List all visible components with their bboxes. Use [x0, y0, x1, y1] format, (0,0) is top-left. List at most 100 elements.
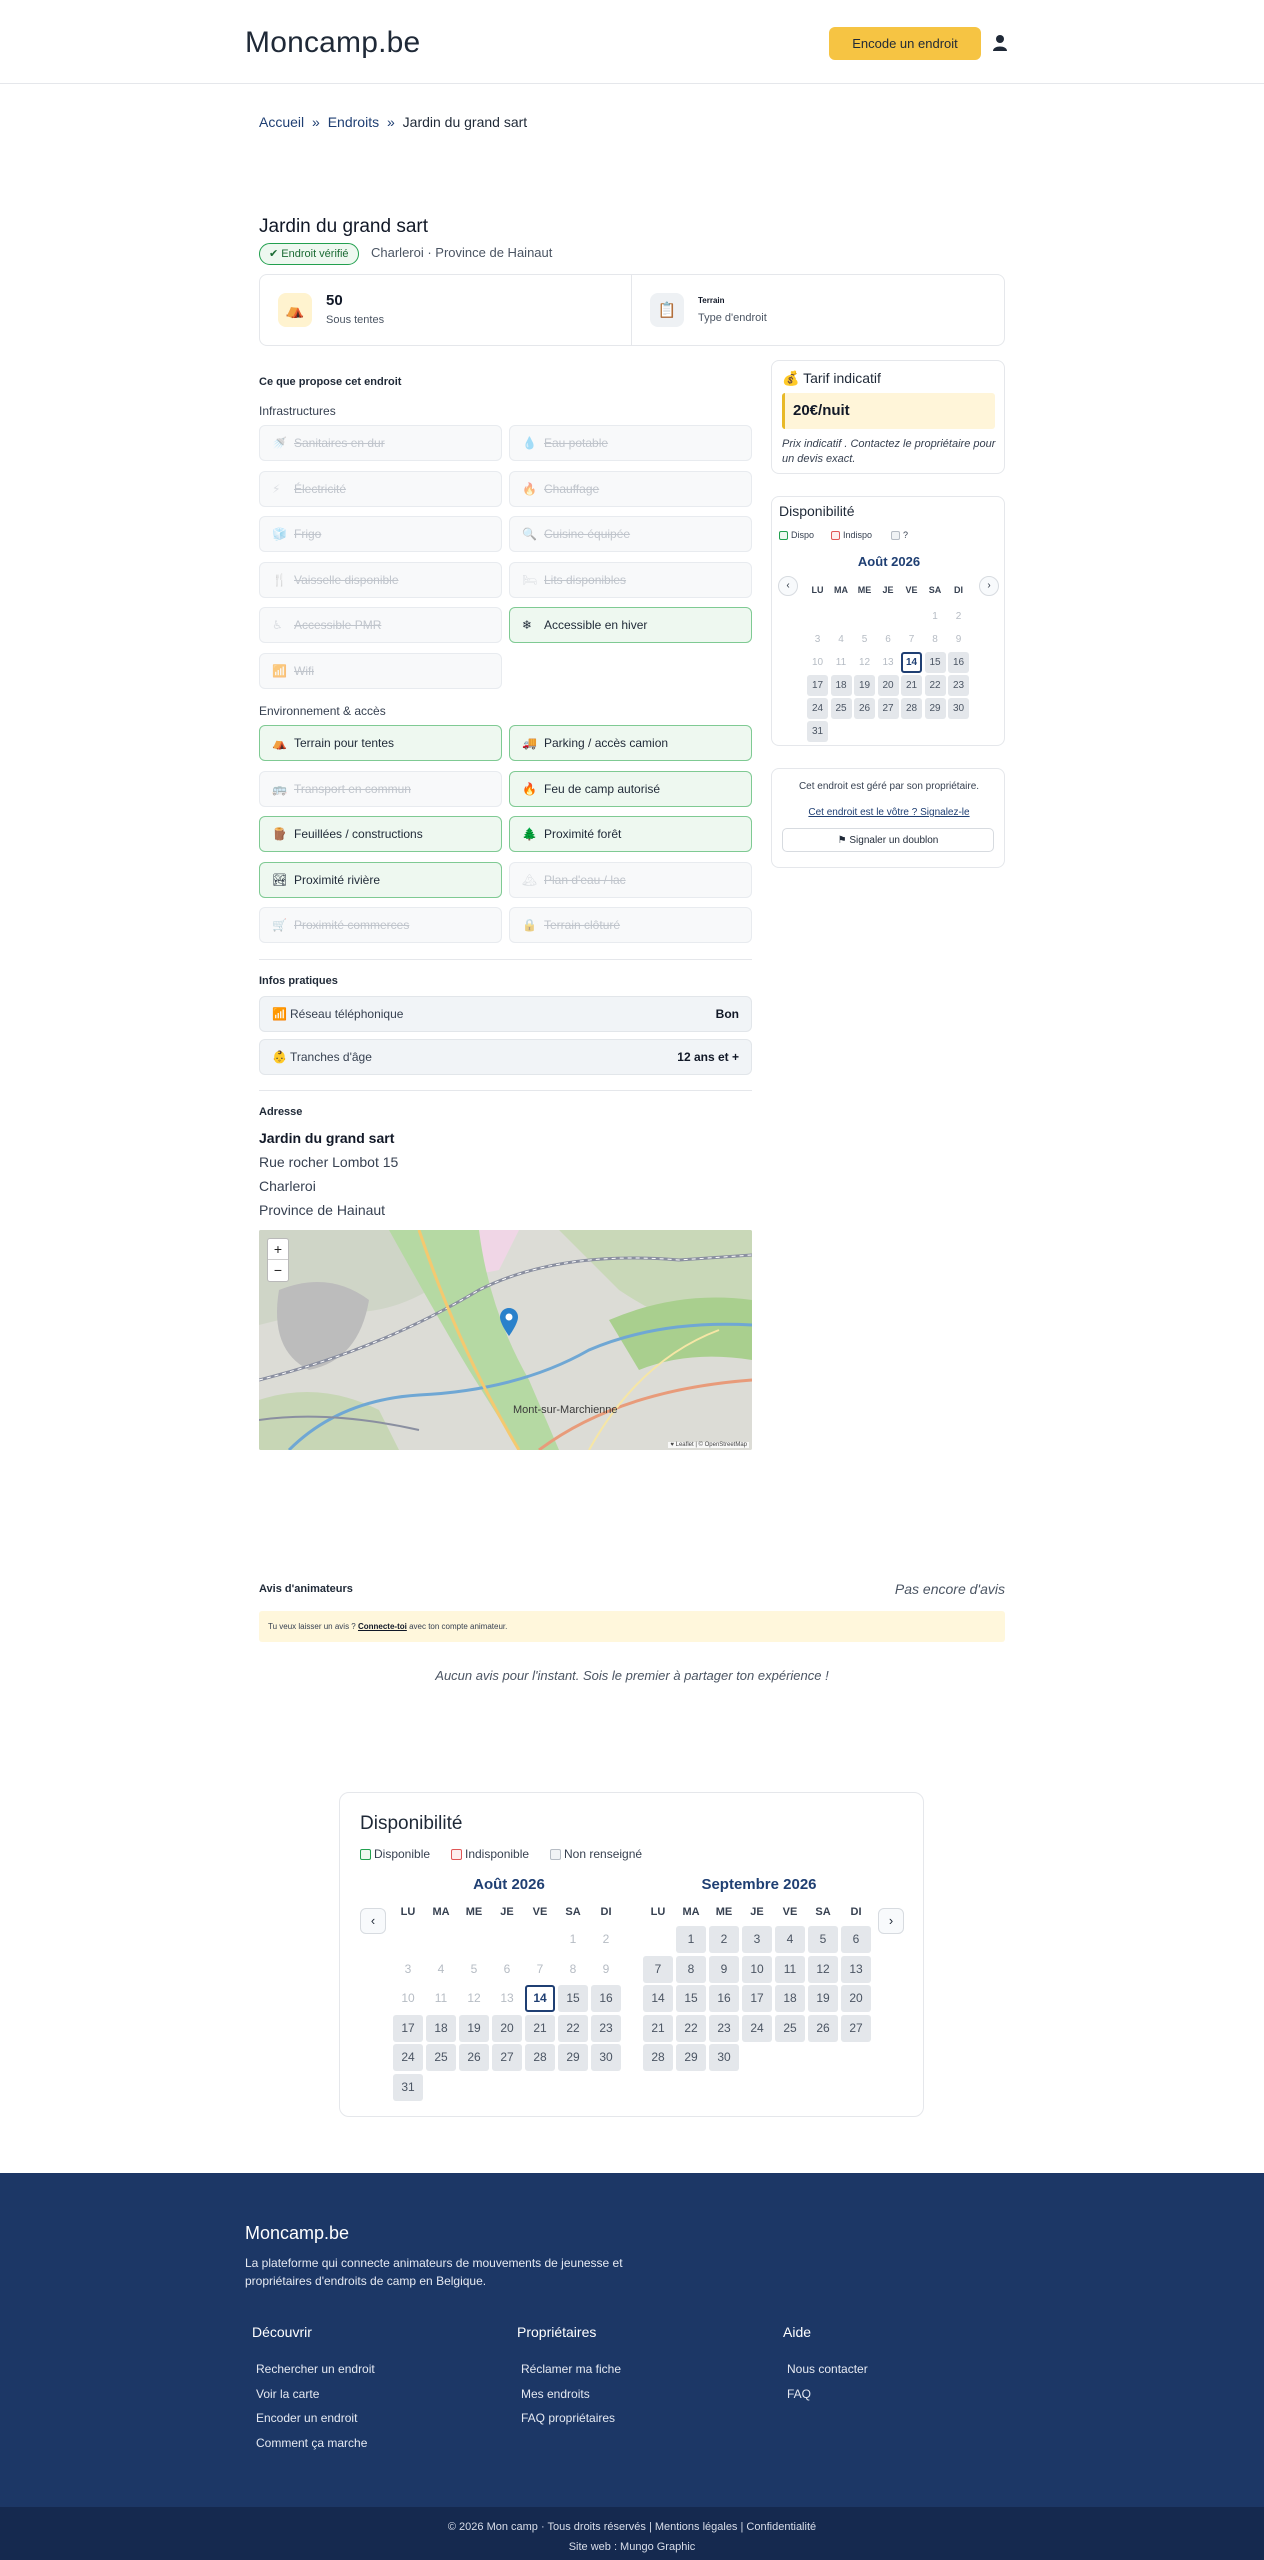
report-duplicate-button[interactable]: ⚑ Signaler un doublon	[782, 828, 994, 852]
sep-day-cell[interactable]: 11	[775, 1955, 805, 1983]
aug-day-cell[interactable]: 24	[807, 698, 828, 719]
aug-day-cell[interactable]: 1	[558, 1926, 588, 1953]
aug-day-cell[interactable]: 24	[393, 2044, 423, 2071]
sep-day-cell[interactable]: 3	[742, 1926, 772, 1953]
aug-day-cell[interactable]: 2	[591, 1926, 621, 1953]
sep-day-cell[interactable]: 29	[676, 2044, 706, 2071]
sep-day-cell[interactable]: 6	[841, 1926, 871, 1953]
aug-day-cell[interactable]: 14	[525, 1985, 555, 2012]
sep-day-cell[interactable]: 28	[643, 2044, 673, 2071]
sep-day-cell[interactable]: 1	[676, 1926, 706, 1953]
aug-day-cell[interactable]: 29	[924, 698, 946, 719]
sep-day-cell[interactable]: 26	[808, 2014, 838, 2042]
sep-day-cell[interactable]: 9	[709, 1955, 739, 1983]
sep-day-cell[interactable]: 20	[841, 1985, 871, 2012]
aug-day-cell[interactable]: 15	[924, 652, 946, 673]
aug-day-cell[interactable]: 27	[492, 2044, 522, 2071]
aug-day-cell[interactable]: 16	[948, 652, 969, 673]
aug-day-cell[interactable]: 28	[901, 698, 922, 719]
map-zoom-out-button[interactable]: −	[268, 1260, 288, 1281]
big-prev-month-button[interactable]: ‹	[360, 1908, 386, 1934]
aug-day-cell[interactable]: 5	[854, 629, 875, 650]
sep-day-cell[interactable]: 10	[742, 1955, 772, 1983]
aug-day-cell[interactable]: 25	[426, 2044, 456, 2071]
sep-day-cell[interactable]: 13	[841, 1955, 871, 1983]
aug-day-cell[interactable]: 17	[807, 675, 828, 696]
site-credit[interactable]: Site web : Mungo Graphic	[0, 2541, 1264, 2553]
aug-day-cell[interactable]: 18	[426, 2014, 456, 2042]
aug-day-cell[interactable]: 13	[878, 652, 899, 673]
footer-link[interactable]: Rechercher un endroit	[256, 2362, 375, 2376]
aug-day-cell[interactable]: 10	[393, 1985, 423, 2012]
user-icon[interactable]	[992, 34, 1008, 52]
big-next-month-button[interactable]: ›	[878, 1908, 904, 1934]
sep-day-cell[interactable]: 4	[775, 1926, 805, 1953]
aug-day-cell[interactable]: 5	[459, 1956, 489, 1983]
aug-day-cell[interactable]: 31	[807, 721, 828, 742]
aug-day-cell[interactable]: 18	[830, 675, 852, 696]
aug-day-cell[interactable]: 19	[459, 2014, 489, 2042]
aug-day-cell[interactable]: 31	[393, 2073, 423, 2101]
sep-day-cell[interactable]: 17	[742, 1985, 772, 2012]
aug-day-cell[interactable]: 3	[393, 1956, 423, 1983]
map-attribution[interactable]: ♥ Leaflet | © OpenStreetMap	[668, 1442, 749, 1448]
footer-link[interactable]: Comment ça marche	[256, 2436, 367, 2450]
aug-day-cell[interactable]: 15	[558, 1985, 588, 2012]
aug-day-cell[interactable]: 20	[877, 675, 899, 696]
sep-day-cell[interactable]: 18	[775, 1985, 805, 2012]
map-zoom-in-button[interactable]: +	[268, 1239, 288, 1260]
sep-day-cell[interactable]: 16	[709, 1985, 739, 2012]
breadcrumb-places[interactable]: Endroits	[328, 114, 379, 130]
aug-day-cell[interactable]: 26	[854, 698, 875, 719]
sep-day-cell[interactable]: 8	[676, 1955, 706, 1983]
aug-day-cell[interactable]: 9	[591, 1956, 621, 1983]
aug-day-cell[interactable]: 22	[924, 675, 946, 696]
aug-day-cell[interactable]: 25	[830, 698, 852, 719]
sep-day-cell[interactable]: 14	[643, 1985, 673, 2012]
sep-day-cell[interactable]: 15	[676, 1985, 706, 2012]
aug-day-cell[interactable]: 10	[807, 652, 828, 673]
aug-day-cell[interactable]: 11	[831, 652, 852, 673]
aug-day-cell[interactable]: 11	[426, 1985, 456, 2012]
footer-link[interactable]: FAQ propriétaires	[521, 2411, 615, 2425]
aug-day-cell[interactable]: 29	[558, 2044, 588, 2071]
aug-day-cell[interactable]: 8	[558, 1956, 588, 1983]
location-map[interactable]: + − Mont-sur-Marchienne ♥ Leaflet | © Op…	[259, 1230, 752, 1450]
aug-day-cell[interactable]: 30	[948, 698, 969, 719]
aug-day-cell[interactable]: 12	[854, 652, 875, 673]
aug-day-cell[interactable]: 4	[426, 1956, 456, 1983]
aug-day-cell[interactable]: 27	[877, 698, 899, 719]
footer-link[interactable]: Réclamer ma fiche	[521, 2362, 621, 2376]
aug-day-cell[interactable]: 16	[591, 1985, 621, 2012]
footer-link[interactable]: Nous contacter	[787, 2362, 868, 2376]
sep-day-cell[interactable]: 30	[709, 2044, 739, 2071]
breadcrumb-home[interactable]: Accueil	[259, 114, 304, 130]
footer-link[interactable]: Mes endroits	[521, 2387, 590, 2401]
aug-day-cell[interactable]: 17	[393, 2014, 423, 2042]
login-link[interactable]: Connecte-toi	[358, 1622, 407, 1631]
sep-day-cell[interactable]: 23	[709, 2014, 739, 2042]
map-marker-icon[interactable]	[500, 1308, 518, 1336]
next-month-button[interactable]: ›	[979, 576, 999, 596]
sep-day-cell[interactable]: 21	[643, 2014, 673, 2042]
sep-day-cell[interactable]: 22	[676, 2014, 706, 2042]
aug-day-cell[interactable]: 4	[831, 629, 852, 650]
footer-link[interactable]: Voir la carte	[256, 2387, 319, 2401]
aug-day-cell[interactable]: 28	[525, 2044, 555, 2071]
aug-day-cell[interactable]: 23	[948, 675, 969, 696]
aug-day-cell[interactable]: 30	[591, 2044, 621, 2071]
sep-day-cell[interactable]: 12	[808, 1955, 838, 1983]
aug-day-cell[interactable]: 13	[492, 1985, 522, 2012]
aug-day-cell[interactable]: 7	[525, 1956, 555, 1983]
claim-link[interactable]: Cet endroit est le vôtre ? Signalez-le	[772, 807, 1006, 818]
sep-day-cell[interactable]: 27	[841, 2014, 871, 2042]
aug-day-cell[interactable]: 6	[492, 1956, 522, 1983]
aug-day-cell[interactable]: 8	[925, 629, 946, 650]
prev-month-button[interactable]: ‹	[778, 576, 798, 596]
aug-day-cell[interactable]: 20	[492, 2014, 522, 2042]
aug-day-cell[interactable]: 19	[854, 675, 875, 696]
aug-day-cell[interactable]: 7	[901, 629, 922, 650]
aug-day-cell[interactable]: 26	[459, 2044, 489, 2071]
sep-day-cell[interactable]: 19	[808, 1985, 838, 2012]
aug-day-cell[interactable]: 21	[901, 675, 922, 696]
